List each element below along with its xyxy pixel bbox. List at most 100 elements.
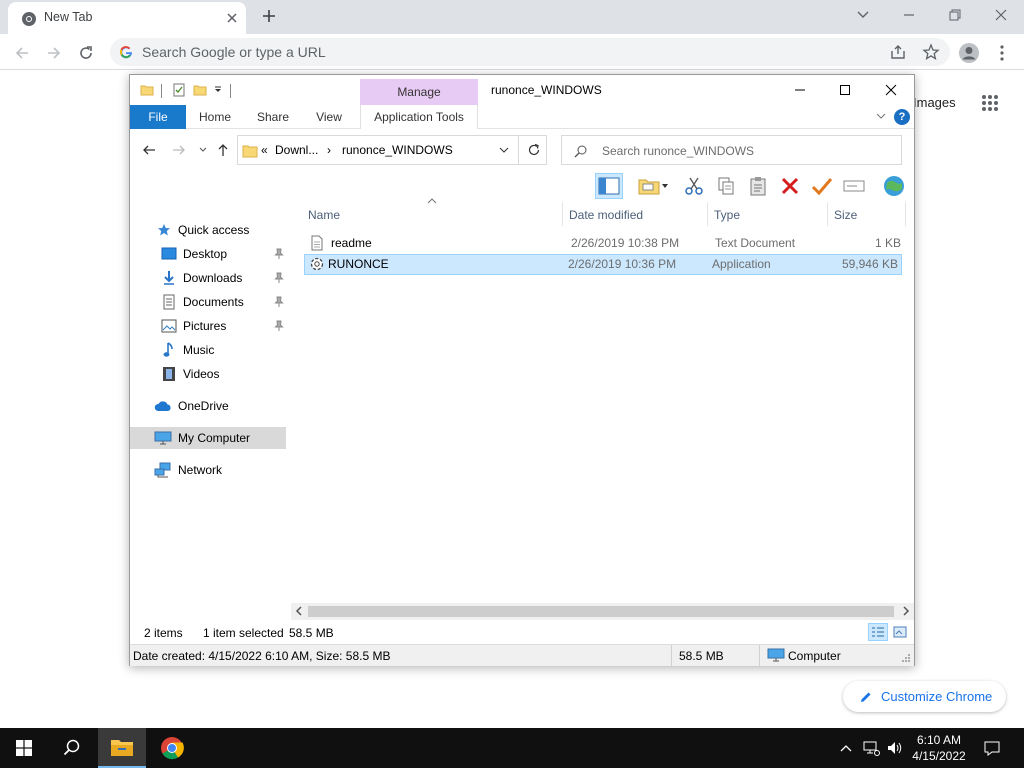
file-row-readme[interactable]: readme 2/26/2019 10:38 PM Text Document … [304, 233, 902, 254]
pin-icon[interactable] [274, 320, 284, 332]
notification-center-icon[interactable] [978, 728, 1006, 768]
copy-icon[interactable] [712, 173, 740, 199]
volume-speaker-icon[interactable] [884, 728, 906, 768]
share-icon[interactable] [890, 44, 906, 60]
forward-arrow-icon[interactable] [169, 140, 189, 160]
customize-chrome-button[interactable]: Customize Chrome [843, 681, 1006, 712]
scroll-left-arrow-icon[interactable] [295, 606, 303, 616]
google-apps-grid-icon[interactable] [981, 94, 999, 112]
file-explorer-window: Manage runonce_WINDOWS File Home Share V… [129, 74, 915, 666]
forward-arrow-icon[interactable] [42, 41, 66, 65]
tab-home[interactable]: Home [192, 105, 238, 129]
breadcrumb-current[interactable]: runonce_WINDOWS [342, 143, 453, 157]
restore-icon[interactable] [941, 5, 969, 25]
scroll-right-arrow-icon[interactable] [902, 606, 910, 616]
explorer-minimize-icon[interactable] [782, 79, 818, 101]
customize-qat-dropdown-icon[interactable] [214, 86, 222, 94]
ntp-images-link[interactable]: Images [913, 95, 956, 110]
open-dropdown-icon[interactable] [658, 173, 672, 199]
delete-x-icon[interactable] [776, 173, 804, 199]
tab-search-chevron-icon[interactable] [849, 5, 877, 25]
windows-taskbar: 6:10 AM 4/15/2022 [0, 728, 1024, 768]
network-status-icon[interactable] [860, 728, 882, 768]
show-hidden-icons-chevron-icon[interactable] [836, 728, 856, 768]
recent-locations-chevron-icon[interactable] [193, 140, 213, 160]
taskbar-chrome-icon[interactable] [148, 728, 196, 768]
nav-network[interactable]: Network [154, 459, 222, 481]
address-folder-icon [242, 143, 258, 159]
resize-grip-icon[interactable] [902, 654, 911, 663]
new-folder-icon[interactable] [193, 83, 207, 97]
nav-music[interactable]: Music [161, 339, 214, 361]
address-bar[interactable]: « Downl... › runonce_WINDOWS [237, 135, 547, 165]
refresh-icon[interactable] [518, 135, 548, 165]
taskbar-search-icon[interactable] [48, 728, 96, 768]
globe-icon[interactable] [880, 173, 908, 199]
search-box[interactable]: Search runonce_WINDOWS [561, 135, 902, 165]
profile-avatar-icon[interactable] [957, 41, 981, 65]
nav-desktop[interactable]: Desktop [161, 243, 227, 265]
taskbar-file-explorer-icon[interactable] [98, 728, 146, 768]
column-header-date-modified[interactable]: Date modified [569, 208, 643, 222]
reload-icon[interactable] [74, 41, 98, 65]
properties-icon[interactable] [172, 83, 186, 97]
nav-documents[interactable]: Documents [161, 291, 244, 313]
tab-new-tab[interactable]: New Tab [8, 2, 246, 34]
address-dropdown-chevron-icon[interactable] [498, 144, 510, 156]
manage-label: Manage [397, 85, 441, 99]
rename-field-icon[interactable] [840, 173, 868, 199]
up-arrow-icon[interactable] [213, 140, 233, 160]
tab-view[interactable]: View [308, 105, 350, 129]
file-row-runonce[interactable]: RUNONCE 2/26/2019 10:36 PM Application 5… [304, 254, 902, 275]
paste-clipboard-icon[interactable] [744, 173, 772, 199]
tab-share[interactable]: Share [250, 105, 296, 129]
column-divider[interactable] [562, 202, 563, 226]
new-tab-plus-icon[interactable] [260, 7, 278, 25]
column-header-name[interactable]: Name [308, 208, 340, 222]
nav-onedrive[interactable]: OneDrive [154, 395, 229, 417]
details-view-icon[interactable] [868, 623, 888, 641]
rename-checkmark-icon[interactable] [808, 173, 836, 199]
minimize-icon[interactable] [895, 5, 923, 25]
chrome-menu-kebab-icon[interactable] [990, 41, 1014, 65]
ribbon-tabs: File Home Share View Application Tools ? [130, 105, 914, 129]
close-window-icon[interactable] [987, 5, 1015, 25]
nav-downloads[interactable]: Downloads [161, 267, 242, 289]
close-tab-icon[interactable] [224, 10, 240, 26]
expand-ribbon-chevron-icon[interactable] [875, 111, 887, 121]
help-icon[interactable]: ? [894, 109, 910, 125]
pin-icon[interactable] [274, 272, 284, 284]
large-icons-view-icon[interactable] [890, 623, 910, 641]
nav-my-computer[interactable]: My Computer [130, 427, 286, 449]
bookmark-star-icon[interactable] [922, 43, 940, 61]
back-arrow-icon[interactable] [139, 140, 159, 160]
address-overflow[interactable]: « [261, 143, 268, 157]
tab-file[interactable]: File [130, 105, 186, 129]
column-divider[interactable] [707, 202, 708, 226]
pin-icon[interactable] [274, 296, 284, 308]
breadcrumb-separator[interactable]: › [327, 143, 331, 157]
nav-pictures[interactable]: Pictures [161, 315, 226, 337]
chrome-tab-strip: New Tab [0, 0, 1024, 34]
pin-icon[interactable] [274, 248, 284, 260]
column-header-size[interactable]: Size [834, 208, 857, 222]
column-divider[interactable] [827, 202, 828, 226]
nav-quick-access[interactable]: Quick access [156, 219, 249, 241]
omnibox[interactable]: Search Google or type a URL [110, 38, 950, 66]
taskbar-clock[interactable]: 6:10 AM 4/15/2022 [906, 732, 972, 764]
explorer-close-icon[interactable] [873, 79, 909, 101]
column-header-type[interactable]: Type [714, 208, 740, 222]
column-divider[interactable] [905, 202, 906, 226]
nav-videos[interactable]: Videos [161, 363, 219, 385]
back-arrow-icon[interactable] [10, 41, 34, 65]
windows-start-icon[interactable] [0, 728, 48, 768]
breadcrumb-downloads[interactable]: Downl... [275, 143, 318, 157]
tab-application-tools[interactable]: Application Tools [360, 105, 478, 129]
cut-scissors-icon[interactable] [680, 173, 708, 199]
horizontal-scrollbar[interactable] [291, 603, 914, 620]
preview-pane-icon[interactable] [595, 173, 623, 199]
scrollbar-thumb[interactable] [308, 606, 894, 617]
explorer-maximize-icon[interactable] [827, 79, 863, 101]
file-type: Text Document [715, 236, 796, 250]
chrome-toolbar: Search Google or type a URL [0, 34, 1024, 70]
